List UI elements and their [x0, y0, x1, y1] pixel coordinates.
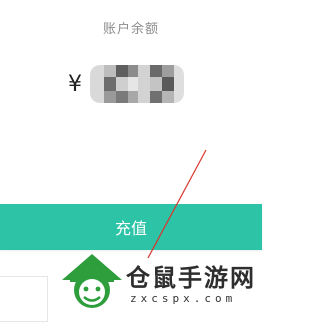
watermark: 仓鼠手游网 zxcspx.com — [60, 252, 260, 312]
watermark-name: 仓鼠手游网 — [126, 264, 256, 292]
watermark-url: zxcspx.com — [130, 292, 237, 305]
amount-mosaic — [90, 65, 184, 103]
bottom-card-edge — [0, 276, 48, 322]
balance-label: 账户余额 — [102, 22, 159, 37]
watermark-logo-icon — [62, 254, 122, 308]
balance-amount: ¥ — [68, 62, 184, 106]
recharge-button[interactable]: 充值 — [0, 204, 262, 250]
currency-symbol: ¥ — [68, 71, 82, 97]
